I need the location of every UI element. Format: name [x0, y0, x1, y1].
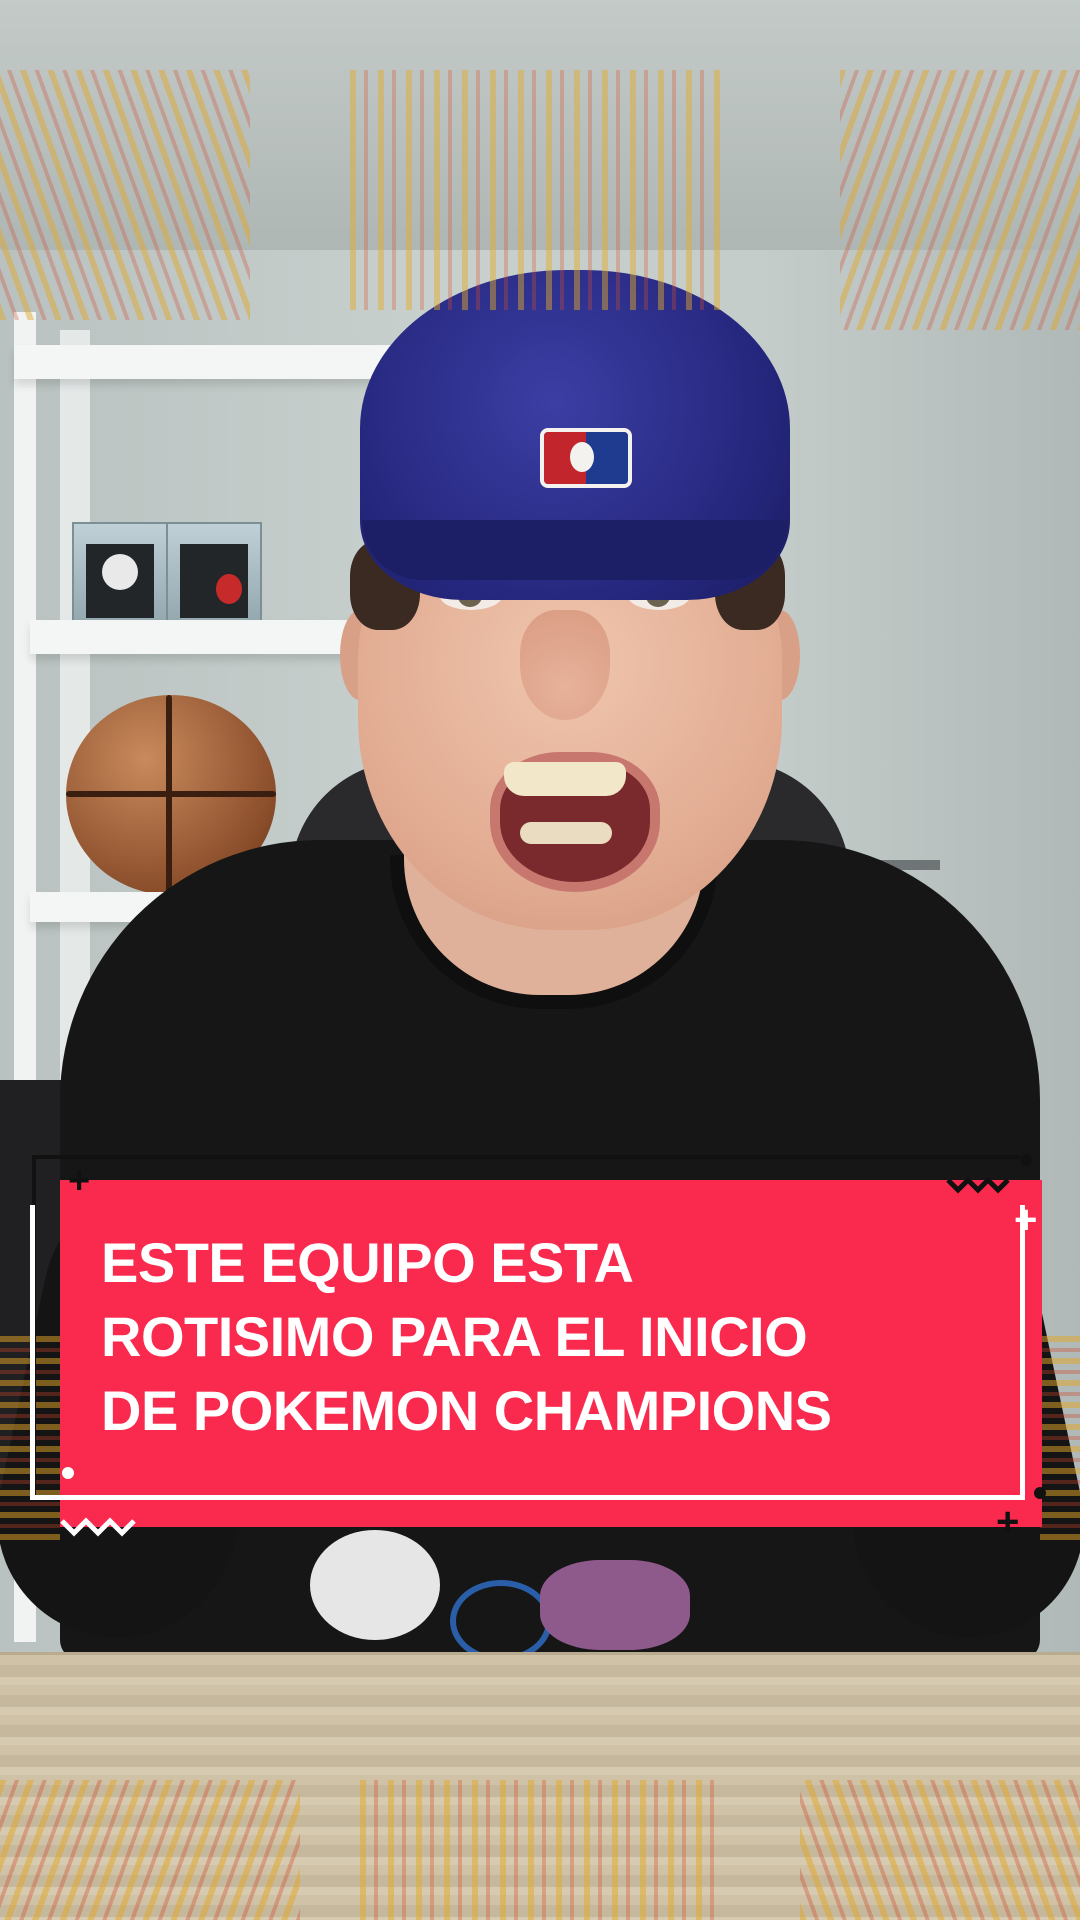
- caption-text: ESTE EQUIPO ESTA ROTISIMO PARA EL INICIO…: [101, 1226, 1031, 1448]
- funko-box-2: [166, 522, 262, 626]
- caption-line-3: DE POKEMON CHAMPIONS: [101, 1379, 832, 1442]
- plus-icon: +: [68, 1160, 91, 1202]
- shelf-board-top: [14, 345, 394, 379]
- shelf-back: [60, 330, 90, 1080]
- lower-teeth: [520, 822, 612, 844]
- upper-teeth: [504, 762, 626, 796]
- dot-icon: [62, 1467, 74, 1479]
- shelf-board-middle: [30, 620, 370, 654]
- cap-band: [362, 520, 788, 580]
- plus-icon: +: [1014, 1198, 1038, 1242]
- caption-line-2: ROTISIMO PARA EL INICIO: [101, 1305, 808, 1368]
- plus-icon: +: [996, 1500, 1020, 1544]
- dot-icon: [1034, 1487, 1046, 1499]
- zigzag-icon: [60, 1517, 136, 1537]
- mlb-logo-icon: [540, 428, 632, 488]
- video-frame: [0, 0, 1080, 1920]
- dot-icon: [1020, 1154, 1032, 1166]
- wooden-desk: [0, 1655, 1080, 1920]
- funko-box-1: [72, 522, 168, 626]
- nose: [520, 610, 610, 720]
- zigzag-icon: [946, 1176, 1010, 1194]
- shirt-print: [250, 1520, 810, 1662]
- ceiling: [0, 0, 1080, 260]
- caption-line-1: ESTE EQUIPO ESTA: [101, 1231, 634, 1294]
